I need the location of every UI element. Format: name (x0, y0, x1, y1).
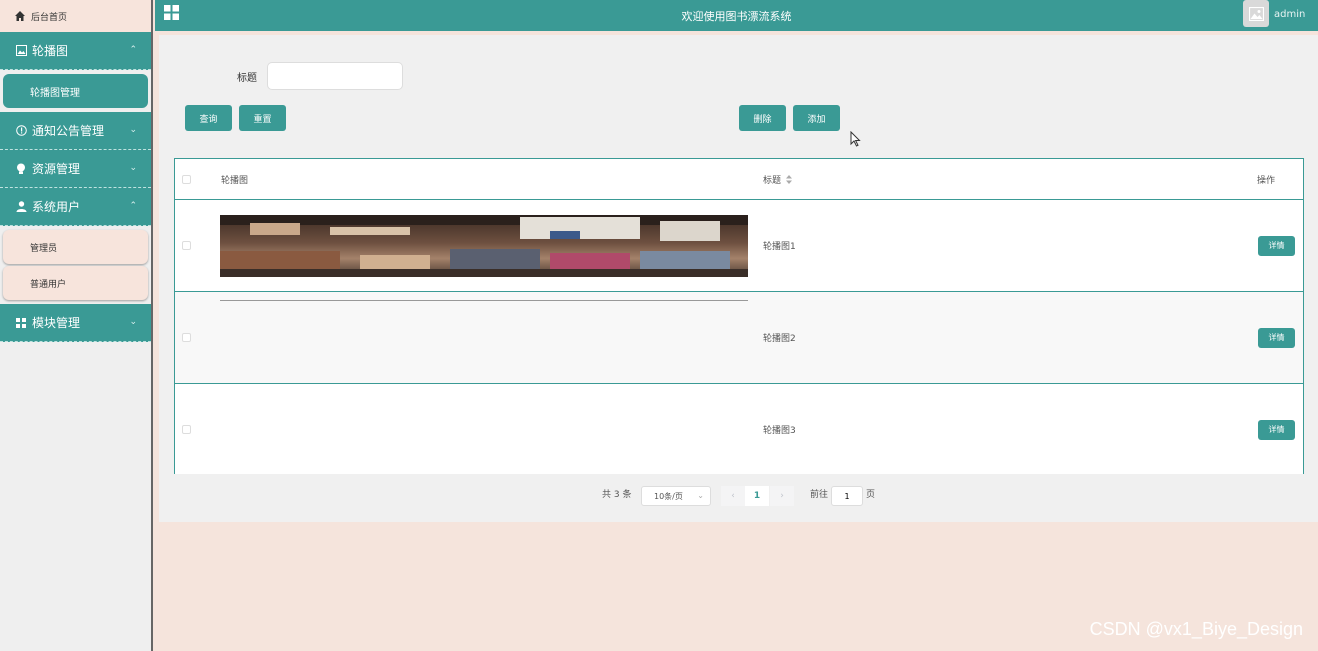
query-button[interactable]: 查询 (185, 105, 232, 131)
sidebar-item-normal-user[interactable]: 普通用户 (3, 266, 148, 300)
sidebar-group-label: 通知公告管理 (32, 124, 105, 138)
prev-page-button[interactable]: ‹ (721, 486, 745, 506)
row-title: 轮播图3 (763, 426, 796, 436)
delete-button[interactable]: 删除 (739, 105, 786, 131)
sidebar-item-admin[interactable]: 管理员 (3, 230, 148, 264)
row-checkbox[interactable] (182, 425, 191, 434)
chevron-down-icon: ⌄ (129, 317, 137, 327)
chevron-down-icon: ⌄ (129, 125, 137, 135)
goto-label: 前往 (810, 490, 829, 500)
chevron-down-icon: ⌄ (129, 163, 137, 173)
chevron-up-icon: ⌃ (129, 45, 137, 55)
top-bar: 欢迎使用图书漂流系统 admin (155, 0, 1318, 31)
title-search-input[interactable] (267, 62, 403, 90)
sidebar-item-home[interactable]: 后台首页 (0, 0, 151, 32)
detail-button[interactable]: 详情 (1258, 327, 1295, 348)
watermark: CSDN @vx1_Biye_Design (1089, 619, 1303, 639)
sidebar-item-carousel-manage[interactable]: 轮播图管理 (3, 74, 148, 108)
info-icon (15, 125, 27, 137)
main-content: 标题 查询 重置 删除 添加 轮播图 标题 操作 轮播图1 详情 轮播图2 详情… (159, 35, 1318, 522)
column-header: 轮播图 (221, 175, 249, 186)
table-row: 轮播图3 详情 (175, 383, 1303, 474)
sidebar-item-label: 普通用户 (30, 279, 67, 290)
sidebar-group-module[interactable]: 模块管理 ⌄ (0, 304, 151, 342)
page-number-current[interactable]: 1 (745, 486, 769, 506)
page-size-value: 10条/页 (654, 491, 683, 501)
sidebar-group-notice[interactable]: 通知公告管理 ⌄ (0, 112, 151, 150)
sidebar-group-label: 系统用户 (32, 200, 81, 214)
chevron-up-icon: ⌃ (129, 201, 137, 211)
image-icon (15, 45, 27, 57)
table-row: 轮播图1 详情 (175, 199, 1303, 291)
sidebar-group-resource[interactable]: 资源管理 ⌄ (0, 150, 151, 188)
row-title: 轮播图1 (763, 242, 796, 252)
sidebar-group-label: 资源管理 (32, 162, 81, 176)
chevron-down-icon: ⌄ (697, 491, 704, 500)
goto-page-input[interactable] (831, 486, 863, 506)
user-icon (15, 201, 27, 213)
sidebar: 后台首页 轮播图 ⌃ 轮播图管理 通知公告管理 ⌄ 资源管理 ⌄ 系统用户 ⌃ (0, 0, 153, 651)
column-header: 操作 (1257, 175, 1276, 186)
carousel-image (220, 300, 748, 301)
detail-button[interactable]: 详情 (1258, 419, 1295, 440)
grid-icon (15, 317, 27, 329)
row-title: 轮播图2 (763, 334, 796, 344)
avatar[interactable] (1243, 0, 1269, 27)
add-button[interactable]: 添加 (793, 105, 840, 131)
sort-icon (786, 174, 793, 184)
sidebar-group-label: 模块管理 (32, 316, 81, 330)
row-checkbox[interactable] (182, 241, 191, 250)
home-icon (15, 11, 25, 21)
page-title: 欢迎使用图书漂流系统 (681, 10, 792, 23)
search-label: 标题 (237, 73, 257, 84)
username[interactable]: admin (1274, 9, 1305, 20)
select-all-checkbox[interactable] (182, 174, 191, 184)
table-row: 轮播图2 详情 (175, 291, 1303, 383)
reset-button[interactable]: 重置 (239, 105, 286, 131)
detail-button[interactable]: 详情 (1258, 235, 1295, 256)
image-icon (1248, 6, 1264, 21)
page-size-select[interactable]: 10条/页 ⌄ (641, 486, 711, 506)
row-checkbox[interactable] (182, 333, 191, 342)
table-header: 轮播图 标题 操作 (175, 158, 1303, 199)
lightbulb-icon (15, 163, 27, 175)
goto-suffix: 页 (866, 490, 876, 500)
sidebar-group-carousel[interactable]: 轮播图 ⌃ (0, 32, 151, 70)
sidebar-group-label: 轮播图 (32, 44, 69, 58)
mouse-cursor-icon (850, 131, 861, 147)
column-header-label: 标题 (763, 175, 782, 186)
sidebar-item-label: 后台首页 (31, 12, 68, 23)
sidebar-item-label: 管理员 (30, 243, 58, 254)
sidebar-item-label: 轮播图管理 (30, 87, 80, 99)
sidebar-group-users[interactable]: 系统用户 ⌃ (0, 188, 151, 226)
data-table: 轮播图 标题 操作 轮播图1 详情 轮播图2 详情 轮播图3 详情 (174, 158, 1304, 474)
carousel-image (220, 200, 748, 291)
pagination-total: 共 3 条 (602, 490, 632, 500)
column-header-sortable[interactable]: 标题 (763, 159, 793, 199)
next-page-button[interactable]: › (770, 486, 794, 506)
